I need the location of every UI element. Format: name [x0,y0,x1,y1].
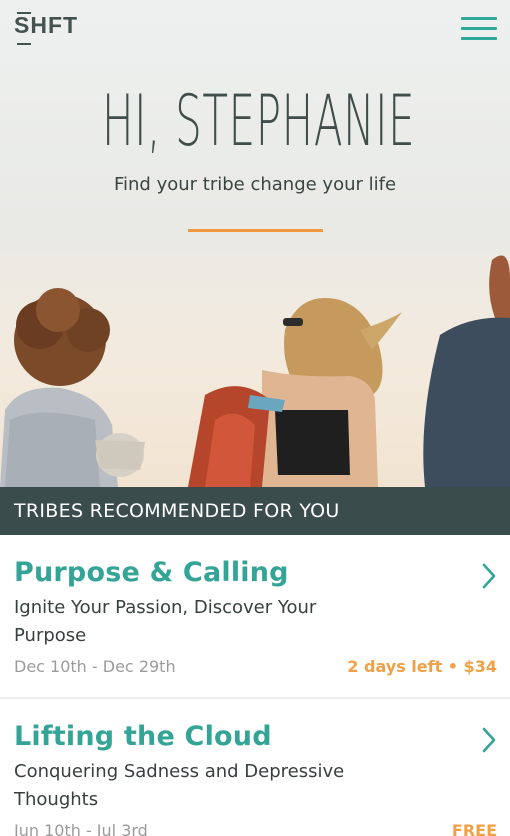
tribe-subtitle: Conquering Sadness and Depressive Though… [14,761,345,810]
hero-photo [0,240,510,487]
tribe-name: Purpose & Calling [14,557,289,588]
chevron-right-icon[interactable] [482,727,496,753]
greeting-title: HI, STEPHANIE [102,80,416,162]
tribe-dates: Jun 10th - Jul 3rd [14,821,148,836]
tribe-price: 2 days left • $34 [347,657,497,676]
tribe-dates: Dec 10th - Dec 29th [14,657,176,676]
tagline: Find your tribe change your life [113,174,397,195]
tribe-card-purpose-calling[interactable]: Purpose & Calling Ignite Your Passion, D… [0,535,510,699]
shft-logo: SHFT [14,14,78,37]
logo-bar-top [17,12,31,14]
hamburger-menu-icon-line [461,37,497,40]
tribe-list: Purpose & Calling Ignite Your Passion, D… [0,535,510,836]
tribe-card-lifting-cloud[interactable]: Lifting the Cloud Conquering Sadness and… [0,699,510,836]
hamburger-menu-icon-line [461,27,497,30]
menu-button[interactable] [461,17,497,41]
tribe-price: FREE [451,821,497,836]
hamburger-menu-icon [461,17,497,20]
hero-banner: SHFT HI, STEPHANIE Find your tribe chang… [0,0,510,487]
app-screen: SHFT HI, STEPHANIE Find your tribe chang… [0,0,510,836]
logo-bar-bottom [17,43,31,45]
chevron-right-icon[interactable] [482,563,496,589]
hero-divider [188,229,323,232]
tribe-name: Lifting the Cloud [14,721,272,752]
section-header: TRIBES RECOMMENDED FOR YOU [0,487,510,535]
logo-text: SHFT [14,12,79,38]
tribe-subtitle: Ignite Your Passion, Discover Your Purpo… [14,597,317,646]
section-title: TRIBES RECOMMENDED FOR YOU [14,500,340,522]
